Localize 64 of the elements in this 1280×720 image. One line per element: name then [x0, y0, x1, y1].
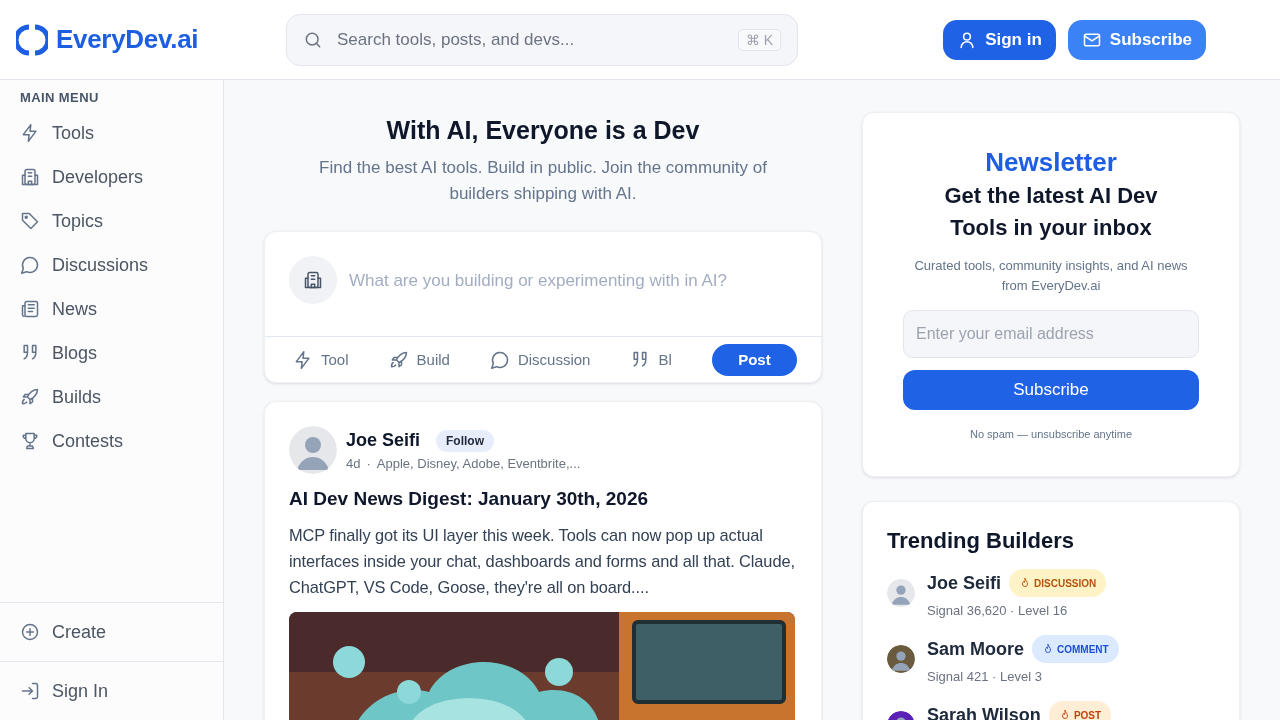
- lightning-icon: [293, 349, 313, 370]
- post-type-button[interactable]: Bl: [630, 349, 672, 370]
- sidebar-item[interactable]: Topics: [0, 199, 223, 243]
- avatar: [887, 579, 915, 607]
- post-field[interactable]: What are you building or experimenting with in AI?: [265, 232, 821, 336]
- post-type-button[interactable]: Discussion: [489, 349, 591, 370]
- post-title[interactable]: AI Dev News Digest: January 30th, 2026: [289, 488, 797, 510]
- trophy-icon: [20, 431, 40, 451]
- plus-circle-icon: [20, 622, 40, 642]
- tag-icon: [20, 211, 40, 231]
- builder-stats: Signal 421 · Level 3: [927, 669, 1043, 684]
- activity-badge: POST: [1048, 701, 1112, 720]
- rocket-icon: [388, 349, 409, 370]
- author-name[interactable]: Joe Seifi: [346, 430, 421, 451]
- subscribe-button[interactable]: Subscribe: [1067, 19, 1206, 60]
- post-type-button[interactable]: Tool: [293, 349, 349, 370]
- email-field[interactable]: Enter your email address: [903, 310, 1199, 358]
- building-icon: [303, 270, 323, 290]
- sidebar-item[interactable]: Discussions: [0, 243, 223, 287]
- speech-bubble-icon: [489, 349, 510, 370]
- search-input[interactable]: Search tools, posts, and devs...: [335, 28, 726, 51]
- post-time: 4d: [346, 455, 361, 471]
- sign-in-icon: [20, 681, 40, 701]
- sidebar-item[interactable]: Contests: [0, 419, 223, 463]
- logo-icon: [16, 23, 48, 56]
- avatar: [289, 426, 337, 474]
- sidebar-item[interactable]: Builds: [0, 375, 223, 419]
- sidebar-item[interactable]: Sign In: [0, 661, 223, 720]
- sidebar-item[interactable]: Create: [0, 602, 223, 661]
- post-excerpt: MCP finally got its UI layer this week. Tools can now pop up actual interfaces inside your chat, dashboards and forms and all that. Claude, ChatGPT, VS Code, Goose, they're all on board....: [289, 525, 796, 598]
- sign-in-button[interactable]: Sign in: [943, 19, 1056, 60]
- rocket-icon: [20, 387, 40, 407]
- builder-name[interactable]: Sam Moore: [927, 638, 1025, 660]
- menu-heading: MAIN MENU: [19, 89, 100, 107]
- quote-icon: [20, 343, 40, 363]
- sidebar-item[interactable]: News: [0, 287, 223, 331]
- subscribe-button[interactable]: Subscribe: [903, 370, 1199, 410]
- sidebar-item[interactable]: Tools: [0, 111, 223, 155]
- follow-button[interactable]: Follow: [436, 429, 495, 452]
- sidebar-item[interactable]: Blogs: [0, 331, 223, 375]
- sidebar-item[interactable]: Developers: [0, 155, 223, 199]
- page-heading: With AI, Everyone is a Dev: [385, 116, 701, 145]
- newsletter-title: Get the latest AI Dev Tools in your inbox: [943, 182, 1159, 242]
- building-icon: [20, 167, 40, 187]
- newspaper-icon: [20, 299, 40, 319]
- lightning-icon: [20, 123, 40, 143]
- builder-stats: Signal 36,620 · Level 16: [927, 603, 1069, 618]
- post-button[interactable]: Post: [711, 343, 797, 376]
- activity-badge: COMMENT: [1032, 635, 1119, 663]
- avatar: [887, 645, 915, 673]
- trending-title: Trending Builders: [887, 528, 1076, 554]
- separator-dot: ·: [366, 455, 371, 471]
- page-subtitle: Find the best AI tools. Build in public. Join the community of builders shipping with AI.: [318, 157, 768, 205]
- keyboard-shortcut: ⌘ K: [737, 28, 781, 51]
- builder-name[interactable]: Sarah Wilson: [927, 704, 1041, 720]
- post-type-button[interactable]: Build: [388, 349, 450, 370]
- builder-name[interactable]: Joe Seifi: [927, 572, 1002, 594]
- activity-badge: DISCUSSION: [1009, 569, 1107, 597]
- newsletter-description: Curated tools, community insights, and AI news from EveryDev.ai: [913, 257, 1189, 295]
- newsletter-note: No spam — unsubscribe anytime: [970, 428, 1132, 440]
- newsletter-brand: Newsletter: [985, 147, 1117, 178]
- logo-text[interactable]: EveryDev.ai: [56, 24, 199, 55]
- speech-bubble-icon: [20, 255, 40, 275]
- author-companies: Apple, Disney, Adobe, Eventbrite,...: [376, 455, 581, 471]
